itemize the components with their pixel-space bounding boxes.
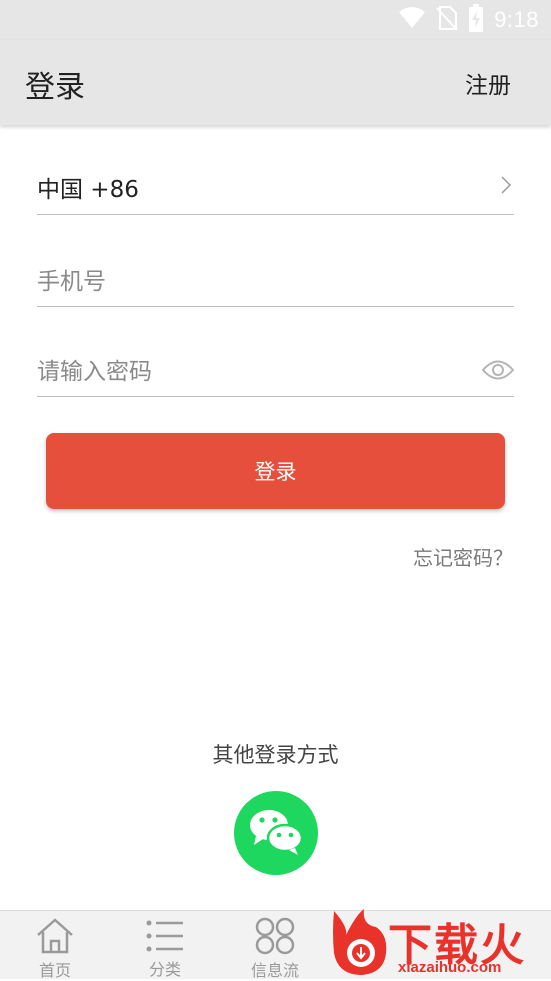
battery-charging-icon [468, 4, 484, 36]
app-bar: 登录 注册 [0, 40, 551, 125]
password-input[interactable]: 请输入密码 [37, 327, 515, 397]
grid-circles-icon [255, 917, 295, 955]
nav-label-category: 分类 [148, 960, 181, 979]
password-placeholder: 请输入密码 [37, 359, 152, 385]
page-title: 登录 [25, 70, 85, 105]
phone-input[interactable]: 手机号 [37, 237, 514, 307]
wechat-login-button[interactable] [234, 791, 318, 875]
watermark: 下载火 xiazaihuo.com [326, 905, 551, 979]
other-login-title: 其他登录方式 [212, 743, 339, 767]
wifi-icon [398, 6, 426, 34]
flame-logo-icon [333, 909, 387, 975]
login-button[interactable]: 登录 [46, 433, 505, 509]
forgot-password-link[interactable]: 忘记密码？ [413, 542, 513, 571]
status-icons: 9:18 [398, 4, 539, 36]
nav-label-home: 首页 [38, 961, 71, 980]
home-icon [35, 917, 75, 955]
phone-placeholder: 手机号 [37, 269, 106, 295]
country-selector[interactable]: 中国 +86 [37, 145, 514, 215]
watermark-site: xiazaihuo.com [398, 959, 502, 976]
nav-item-home[interactable]: 首页 [0, 911, 110, 980]
status-time: 9:18 [494, 7, 539, 32]
chevron-right-icon [500, 175, 512, 199]
eye-icon[interactable] [481, 359, 515, 385]
no-sim-icon [436, 5, 458, 35]
nav-item-feed[interactable]: 信息流 [220, 911, 330, 980]
wechat-icon [246, 805, 306, 861]
status-bar: 9:18 [0, 0, 551, 40]
register-button[interactable]: 注册 [465, 66, 511, 100]
nav-item-category[interactable]: 分类 [110, 911, 220, 980]
nav-label-feed: 信息流 [250, 961, 299, 980]
country-code-label: 中国 +86 [37, 177, 139, 203]
list-icon [145, 917, 185, 954]
